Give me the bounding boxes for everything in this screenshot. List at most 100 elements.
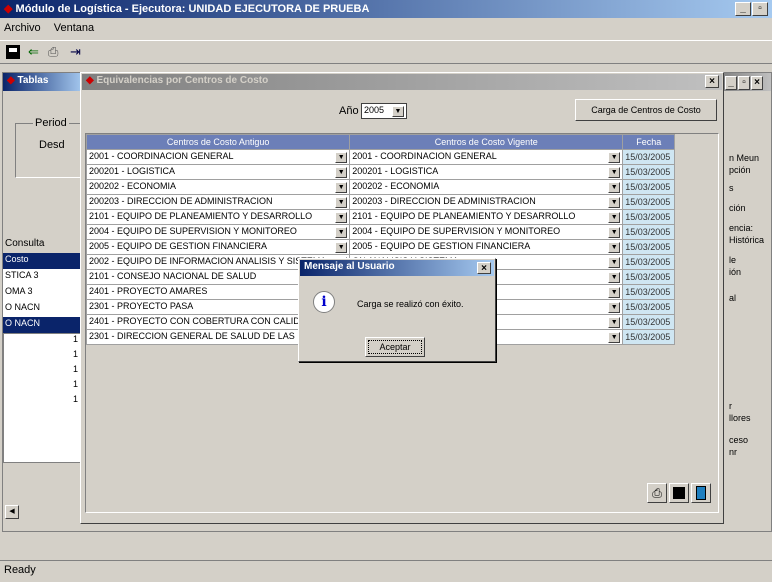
accept-button[interactable]: Aceptar (365, 337, 425, 357)
old-center-select[interactable]: ▼ 200203 - DIRECCION DE ADMINISTRACION (85, 194, 351, 210)
table-row[interactable]: ▼ 200202 - ECONOMIA ▼ 200202 - ECONOMIA 15/0… (85, 179, 676, 195)
door-icon (696, 486, 706, 500)
printer-icon: ⎙ (652, 486, 662, 500)
old-center-select[interactable]: ▼ 200202 - ECONOMIA (85, 179, 351, 195)
number-item: 1 (72, 334, 78, 344)
date-cell: 15/03/2005 (622, 194, 676, 210)
tablas-maximize-button[interactable]: ▫ (738, 76, 750, 90)
tablas-minimize-button[interactable]: _ (725, 76, 737, 90)
right-item: nr (729, 447, 738, 457)
table-row[interactable]: ▼ 2005 - EQUIPO DE GESTION FINANCIERA ▼ 200… (85, 239, 676, 255)
menu-archivo[interactable]: Archivo (4, 22, 41, 34)
periodo-label: Period (33, 117, 69, 129)
menu-bar: Archivo Ventana (0, 20, 772, 38)
chevron-down-icon[interactable]: ▼ (335, 197, 348, 208)
date-cell: 15/03/2005 (622, 149, 676, 165)
right-item: ceso (729, 435, 749, 445)
current-center-select[interactable]: ▼ 2005 - EQUIPO DE GESTION FINANCIERA (349, 239, 624, 255)
old-center-select[interactable]: ▼ 2004 - EQUIPO DE SUPERVISION Y MONITORE… (85, 224, 351, 240)
chevron-down-icon[interactable]: ▼ (335, 182, 348, 193)
cell-text: 2301 - PROYECTO PASA (89, 301, 194, 311)
current-center-select[interactable]: ▼ 2101 - EQUIPO DE PLANEAMIENTO Y DESARRO… (349, 209, 624, 225)
list-item[interactable]: OMA 3 (3, 285, 83, 301)
table-row[interactable]: ▼ 200203 - DIRECCION DE ADMINISTRACION ▼ 20… (85, 194, 676, 210)
list-item[interactable]: Costo (3, 253, 83, 269)
chevron-down-icon[interactable]: ▼ (608, 287, 621, 298)
date-cell: 15/03/2005 (622, 329, 676, 345)
print-button[interactable]: ⎙ (647, 483, 667, 503)
chevron-down-icon[interactable]: ▼ (335, 152, 348, 163)
exit-button[interactable] (691, 483, 711, 503)
old-center-select[interactable]: ▼ 2005 - EQUIPO DE GESTION FINANCIERA (85, 239, 351, 255)
chevron-down-icon[interactable]: ▼ (608, 212, 621, 223)
maximize-button[interactable]: ▫ (752, 2, 768, 16)
current-center-select[interactable]: ▼ 2004 - EQUIPO DE SUPERVISION Y MONITORE… (349, 224, 624, 240)
message-title: Mensaje al Usuario (304, 261, 395, 272)
cell-text: 15/03/2005 (625, 317, 671, 327)
chevron-down-icon[interactable]: ▼ (335, 242, 348, 253)
app-icon: ◆ (4, 3, 13, 15)
right-item: r (729, 401, 732, 411)
current-center-select[interactable]: ▼ 200201 - LOGISTICA (349, 164, 624, 180)
table-row[interactable]: ▼ 200201 - LOGISTICA ▼ 200201 - LOGISTICA 15… (85, 164, 676, 180)
tablas-close-button[interactable]: × (751, 76, 763, 90)
chevron-down-icon[interactable]: ▼ (608, 227, 621, 238)
list-item[interactable]: STICA 3 (3, 269, 83, 285)
right-item: al (729, 293, 737, 303)
chevron-down-icon[interactable]: ▼ (608, 242, 621, 253)
menu-ventana[interactable]: Ventana (54, 22, 94, 34)
dialog-title: Equivalencias por Centros de Costo (96, 75, 269, 86)
current-center-select[interactable]: ▼ 200202 - ECONOMIA (349, 179, 624, 195)
cell-text: 200202 - ECONOMIA (89, 181, 177, 191)
chevron-down-icon[interactable]: ▼ (608, 317, 621, 328)
number-item: 1 (72, 364, 78, 374)
print-icon[interactable]: ⎙ (48, 44, 58, 60)
current-center-select[interactable]: ▼ 200203 - DIRECCION DE ADMINISTRACION (349, 194, 624, 210)
date-cell: 15/03/2005 (622, 314, 676, 330)
chevron-down-icon[interactable]: ▼ (335, 227, 348, 238)
list-item[interactable]: O NACN (3, 317, 83, 333)
scroll-left-button[interactable]: ◀ (5, 505, 19, 519)
date-cell: 15/03/2005 (622, 299, 676, 315)
load-cost-centers-button[interactable]: Carga de Centros de Costo (575, 99, 717, 121)
dialog-close-button[interactable]: × (705, 75, 719, 88)
chevron-down-icon[interactable]: ▼ (392, 106, 404, 117)
year-select[interactable]: 2005 ▼ (361, 103, 407, 119)
chevron-down-icon[interactable]: ▼ (608, 332, 621, 343)
chevron-down-icon[interactable]: ▼ (335, 167, 348, 178)
chevron-down-icon[interactable]: ▼ (335, 212, 348, 223)
message-text: Carga se realizó con éxito. (357, 299, 464, 309)
right-item: le (729, 255, 737, 265)
save-button[interactable] (669, 483, 689, 503)
table-row[interactable]: ▼ 2001 - COORDINACION GENERAL ▼ 2001 - COOR… (85, 149, 676, 165)
cell-text: 15/03/2005 (625, 167, 671, 177)
arrows-icon[interactable]: ⇐ (28, 44, 39, 60)
chevron-down-icon[interactable]: ▼ (608, 302, 621, 313)
old-center-select[interactable]: ▼ 200201 - LOGISTICA (85, 164, 351, 180)
list-item[interactable]: O NACN (3, 301, 83, 317)
table-row[interactable]: ▼ 2101 - EQUIPO DE PLANEAMIENTO Y DESARRO… (85, 209, 676, 225)
chevron-down-icon[interactable]: ▼ (608, 182, 621, 193)
dialog-icon: ◆ (86, 75, 94, 86)
chevron-down-icon[interactable]: ▼ (608, 197, 621, 208)
current-center-select[interactable]: ▼ 2001 - COORDINACION GENERAL (349, 149, 624, 165)
cell-text: 2401 - PROYECTO AMARES (89, 286, 208, 296)
chevron-down-icon[interactable]: ▼ (608, 167, 621, 178)
exit-icon[interactable]: ⇥ (70, 44, 81, 60)
right-item: Histórica (729, 235, 765, 245)
year-label: Año (339, 105, 359, 117)
minimize-button[interactable]: _ (735, 2, 751, 16)
message-close-button[interactable]: × (477, 262, 491, 274)
right-item: ión (729, 267, 742, 277)
old-center-select[interactable]: ▼ 2101 - EQUIPO DE PLANEAMIENTO Y DESARRO… (85, 209, 351, 225)
tablas-title-bar: ◆ Tablas (3, 73, 83, 91)
cell-text: 200203 - DIRECCION DE ADMINISTRACION (89, 196, 273, 206)
cell-text: 15/03/2005 (625, 227, 671, 237)
old-center-select[interactable]: ▼ 2001 - COORDINACION GENERAL (85, 149, 351, 165)
chevron-down-icon[interactable]: ▼ (608, 152, 621, 163)
save-icon[interactable] (6, 45, 20, 59)
chevron-down-icon[interactable]: ▼ (608, 272, 621, 283)
chevron-down-icon[interactable]: ▼ (608, 257, 621, 268)
table-row[interactable]: ▼ 2004 - EQUIPO DE SUPERVISION Y MONITORE… (85, 224, 676, 240)
cell-text: 15/03/2005 (625, 332, 671, 342)
